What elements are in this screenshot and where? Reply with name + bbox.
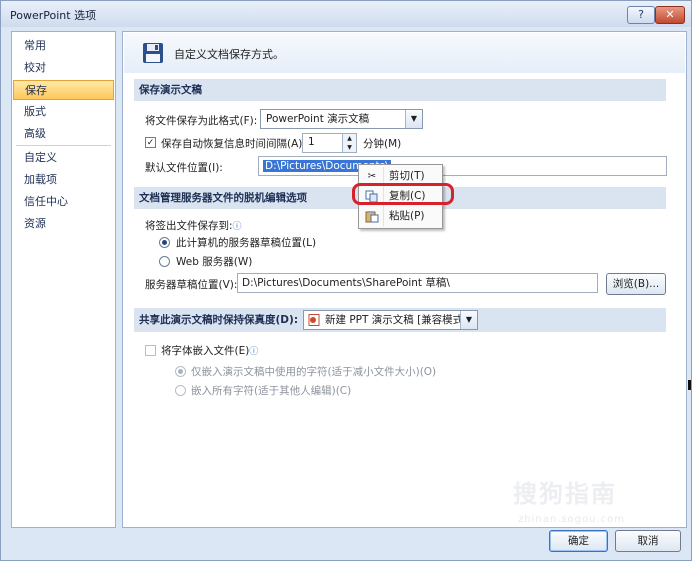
- radio-web-server[interactable]: [159, 256, 170, 267]
- chevron-down-icon[interactable]: ▼: [405, 110, 422, 128]
- radio-embed-all-chars-label: 嵌入所有字符(适于其他人编辑)(C): [191, 385, 352, 397]
- fidelity-document-value: 新建 PPT 演示文稿 [兼容模式]: [325, 314, 468, 326]
- save-format-label: 将文件保存为此格式(F):: [145, 115, 258, 127]
- options-main-panel: 自定义文档保存方式。 保存演示文稿 将文件保存为此格式(F): PowerPoi…: [122, 31, 687, 528]
- nav-item-resources[interactable]: 资源: [13, 214, 114, 234]
- options-nav: 常用 校对 保存 版式 高级 自定义 加载项 信任中心 资源: [11, 31, 116, 528]
- cursor-edge: [688, 380, 691, 390]
- fidelity-document-select[interactable]: 新建 PPT 演示文稿 [兼容模式] ▼: [303, 310, 478, 330]
- radio-web-server-label: Web 服务器(W): [176, 256, 253, 268]
- radio-local-drafts[interactable]: [159, 237, 170, 248]
- spin-up-icon[interactable]: ▲: [342, 134, 356, 143]
- scissors-icon: ✂: [367, 171, 377, 182]
- close-button[interactable]: ✕: [655, 6, 685, 24]
- floppy-disk-icon: [143, 43, 163, 63]
- nav-item-save[interactable]: 保存: [13, 80, 114, 100]
- radio-embed-all-chars[interactable]: [175, 385, 186, 396]
- radio-embed-used-chars[interactable]: [175, 366, 186, 377]
- nav-item-common[interactable]: 常用: [13, 36, 114, 56]
- embed-fonts-checkbox[interactable]: [145, 345, 156, 356]
- chevron-down-icon[interactable]: ▼: [460, 311, 477, 329]
- ok-button[interactable]: 确定: [549, 530, 608, 552]
- save-format-value: PowerPoint 演示文稿: [266, 113, 370, 125]
- nav-item-addins[interactable]: 加载项: [13, 170, 114, 190]
- watermark-url: zhinan.sogou.com: [518, 514, 626, 525]
- section-save-presentations: 保存演示文稿: [134, 79, 666, 101]
- autorecover-label: 保存自动恢复信息时间间隔(A): [161, 138, 303, 150]
- nav-item-layout[interactable]: 版式: [13, 102, 114, 122]
- browse-button[interactable]: 浏览(B)...: [606, 273, 666, 295]
- minutes-label: 分钟(M): [363, 138, 402, 150]
- checkout-label: 将签出文件保存到:ⓘ: [145, 220, 242, 232]
- banner-text: 自定义文档保存方式。: [174, 48, 284, 61]
- cancel-button[interactable]: 取消: [615, 530, 681, 552]
- title-bar[interactable]: PowerPoint 选项 ? ✕: [1, 1, 691, 27]
- spin-down-icon[interactable]: ▼: [342, 143, 356, 152]
- info-icon[interactable]: ⓘ: [249, 347, 258, 357]
- save-format-select[interactable]: PowerPoint 演示文稿 ▼: [260, 109, 423, 129]
- banner: 自定义文档保存方式。: [124, 33, 685, 73]
- radio-embed-used-chars-label: 仅嵌入演示文稿中使用的字符(适于减小文件大小)(O): [191, 366, 437, 378]
- default-location-label: 默认文件位置(I):: [145, 162, 223, 174]
- watermark: 搜狗指南: [513, 480, 617, 508]
- paste-icon: [365, 211, 379, 223]
- autorecover-minutes-value: 1: [308, 136, 315, 148]
- nav-divider: [16, 145, 111, 146]
- ppt-file-icon: [308, 314, 320, 326]
- radio-local-drafts-label: 此计算机的服务器草稿位置(L): [176, 237, 317, 249]
- help-button[interactable]: ?: [627, 6, 655, 24]
- nav-item-proofing[interactable]: 校对: [13, 58, 114, 78]
- autorecover-minutes-spinner[interactable]: 1 ▲ ▼: [302, 133, 357, 153]
- autorecover-checkbox[interactable]: ✓: [145, 137, 156, 148]
- info-icon[interactable]: ⓘ: [233, 222, 242, 232]
- window-title: PowerPoint 选项: [10, 9, 97, 22]
- drafts-location-value: D:\Pictures\Documents\SharePoint 草稿\: [242, 277, 450, 289]
- context-menu-paste-label: 粘贴(P): [389, 210, 425, 222]
- highlight-ring: [352, 183, 454, 205]
- embed-fonts-label: 将字体嵌入文件(E)ⓘ: [161, 345, 259, 357]
- context-menu-paste[interactable]: 粘贴(P): [361, 207, 438, 226]
- drafts-location-input[interactable]: D:\Pictures\Documents\SharePoint 草稿\: [237, 273, 598, 293]
- default-location-input[interactable]: D:\Pictures\Documents\: [258, 156, 667, 176]
- drafts-location-label: 服务器草稿位置(V):: [145, 279, 238, 291]
- nav-item-advanced[interactable]: 高级: [13, 124, 114, 144]
- nav-item-trust-center[interactable]: 信任中心: [13, 192, 114, 212]
- nav-item-customize[interactable]: 自定义: [13, 148, 114, 168]
